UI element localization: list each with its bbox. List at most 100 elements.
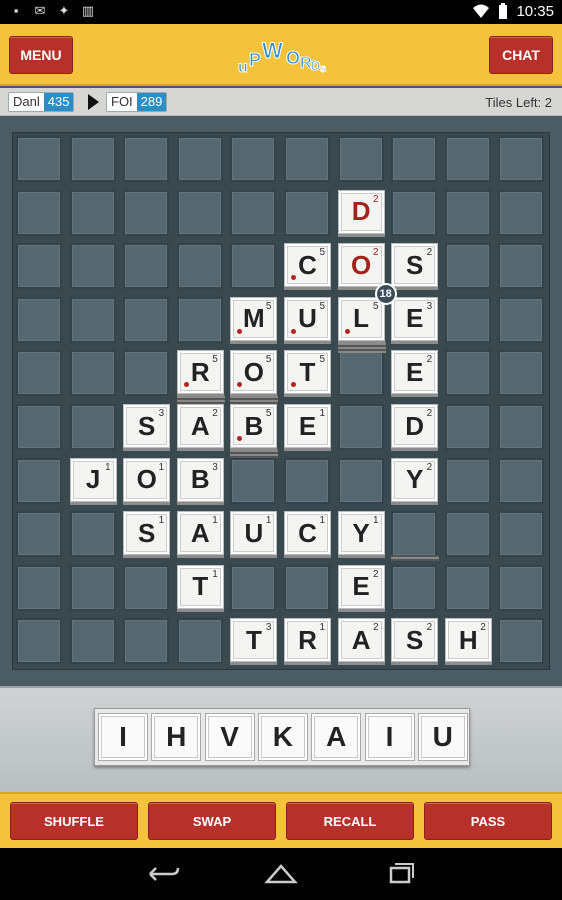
board-cell[interactable] <box>284 136 330 182</box>
board-tile[interactable]: R5 <box>176 350 224 395</box>
board-tile[interactable]: U1 <box>230 511 278 556</box>
board-cell[interactable] <box>498 243 545 290</box>
board-cell[interactable] <box>176 296 223 343</box>
board-tile[interactable]: E1 <box>284 404 331 448</box>
board-cell[interactable] <box>337 457 384 504</box>
board-tile[interactable]: H2 <box>444 618 492 663</box>
board-tile[interactable]: S3 <box>123 404 171 448</box>
board-cell[interactable] <box>16 189 62 236</box>
board-tile[interactable]: O1 <box>123 457 171 502</box>
board-cell[interactable] <box>230 189 277 236</box>
board-cell[interactable] <box>498 404 545 450</box>
board-tile[interactable]: O5 <box>230 350 278 395</box>
board-cell[interactable] <box>498 457 545 504</box>
board-tile[interactable]: R1 <box>284 618 331 663</box>
board-tile[interactable]: C1 <box>284 511 331 556</box>
board-cell[interactable] <box>498 564 545 611</box>
board-cell[interactable] <box>391 136 438 182</box>
board-cell[interactable] <box>337 404 384 450</box>
board-cell[interactable] <box>337 136 384 182</box>
board-cell[interactable] <box>69 243 116 290</box>
board-tile[interactable]: T1 <box>176 564 224 609</box>
board-cell[interactable] <box>69 136 116 182</box>
board-cell[interactable] <box>391 511 438 558</box>
board-tile[interactable]: B3 <box>176 457 224 502</box>
recent-apps-icon[interactable] <box>381 860 421 888</box>
board-cell[interactable] <box>123 350 170 397</box>
menu-button[interactable]: MENU <box>9 36 73 74</box>
rack-tile[interactable]: K <box>257 713 308 761</box>
board-cell[interactable] <box>16 296 62 343</box>
board-cell[interactable] <box>123 136 170 182</box>
board-cell[interactable] <box>444 189 491 236</box>
board-cell[interactable] <box>498 136 545 182</box>
board-cell[interactable] <box>123 243 170 290</box>
board-cell[interactable] <box>498 511 545 558</box>
board-tile[interactable]: S1 <box>123 511 171 556</box>
board-tile[interactable]: Y2 <box>391 457 439 502</box>
board-cell[interactable] <box>498 189 545 236</box>
board-tile[interactable]: S2 <box>391 618 439 663</box>
board-cell[interactable] <box>123 189 170 236</box>
board-cell[interactable] <box>16 243 62 290</box>
board-cell[interactable] <box>69 350 116 397</box>
board-cell[interactable] <box>230 564 277 611</box>
board-cell[interactable] <box>69 618 116 665</box>
board-tile[interactable]: A2 <box>337 618 385 663</box>
board-tile[interactable]: A1 <box>176 511 224 556</box>
back-icon[interactable] <box>142 860 182 888</box>
board-cell[interactable] <box>444 564 491 611</box>
board-tile[interactable]: D2 <box>391 404 439 448</box>
board-cell[interactable] <box>16 350 62 397</box>
board-cell[interactable] <box>498 296 545 343</box>
board-cell[interactable] <box>444 350 491 397</box>
board-cell[interactable] <box>16 618 62 665</box>
board-cell[interactable] <box>230 457 277 504</box>
board-cell[interactable] <box>337 350 384 397</box>
board-cell[interactable] <box>176 618 223 665</box>
board-tile[interactable]: E2 <box>337 564 385 609</box>
board-cell[interactable] <box>391 564 438 611</box>
board-tile[interactable]: J1 <box>69 457 117 502</box>
rack-tile[interactable]: H <box>151 713 202 761</box>
rack-tile[interactable]: V <box>204 713 255 761</box>
board-tile[interactable]: S2 <box>391 243 439 288</box>
board-tile[interactable]: T3 <box>230 618 278 663</box>
tile-rack[interactable]: IHVKAIU <box>94 708 470 766</box>
board-tile[interactable]: L5 <box>337 296 385 341</box>
board-cell[interactable] <box>284 457 330 504</box>
board-cell[interactable] <box>444 296 491 343</box>
board-cell[interactable] <box>16 457 62 504</box>
recall-button[interactable]: RECALL <box>286 802 414 840</box>
board-tile[interactable]: M5 <box>230 296 278 341</box>
chat-button[interactable]: CHAT <box>489 36 553 74</box>
rack-tile[interactable]: U <box>417 713 468 761</box>
board-cell[interactable] <box>16 564 62 611</box>
board-cell[interactable] <box>69 404 116 450</box>
board-cell[interactable] <box>444 404 491 450</box>
rack-tile[interactable]: I <box>364 713 415 761</box>
board-cell[interactable] <box>230 243 277 290</box>
board-tile[interactable]: C5 <box>284 243 331 288</box>
board-tile[interactable]: E3 <box>391 296 439 341</box>
board-cell[interactable] <box>444 457 491 504</box>
board-cell[interactable] <box>69 511 116 558</box>
board-cell[interactable] <box>391 189 438 236</box>
board-tile[interactable]: B5 <box>230 404 278 448</box>
board-tile[interactable]: E2 <box>391 350 439 395</box>
home-icon[interactable] <box>261 860 301 888</box>
board-cell[interactable] <box>16 136 62 182</box>
board-tile[interactable]: U5 <box>284 296 331 341</box>
board-cell[interactable] <box>69 189 116 236</box>
pass-button[interactable]: PASS <box>424 802 552 840</box>
board-cell[interactable] <box>69 564 116 611</box>
board-cell[interactable] <box>444 243 491 290</box>
board-cell[interactable] <box>444 136 491 182</box>
board-cell[interactable] <box>284 189 330 236</box>
board-cell[interactable] <box>444 511 491 558</box>
board-cell[interactable] <box>498 618 545 665</box>
board-tile[interactable]: O2 <box>337 243 385 288</box>
board-cell[interactable] <box>176 243 223 290</box>
board-tile[interactable]: T5 <box>284 350 331 395</box>
shuffle-button[interactable]: SHUFFLE <box>10 802 138 840</box>
